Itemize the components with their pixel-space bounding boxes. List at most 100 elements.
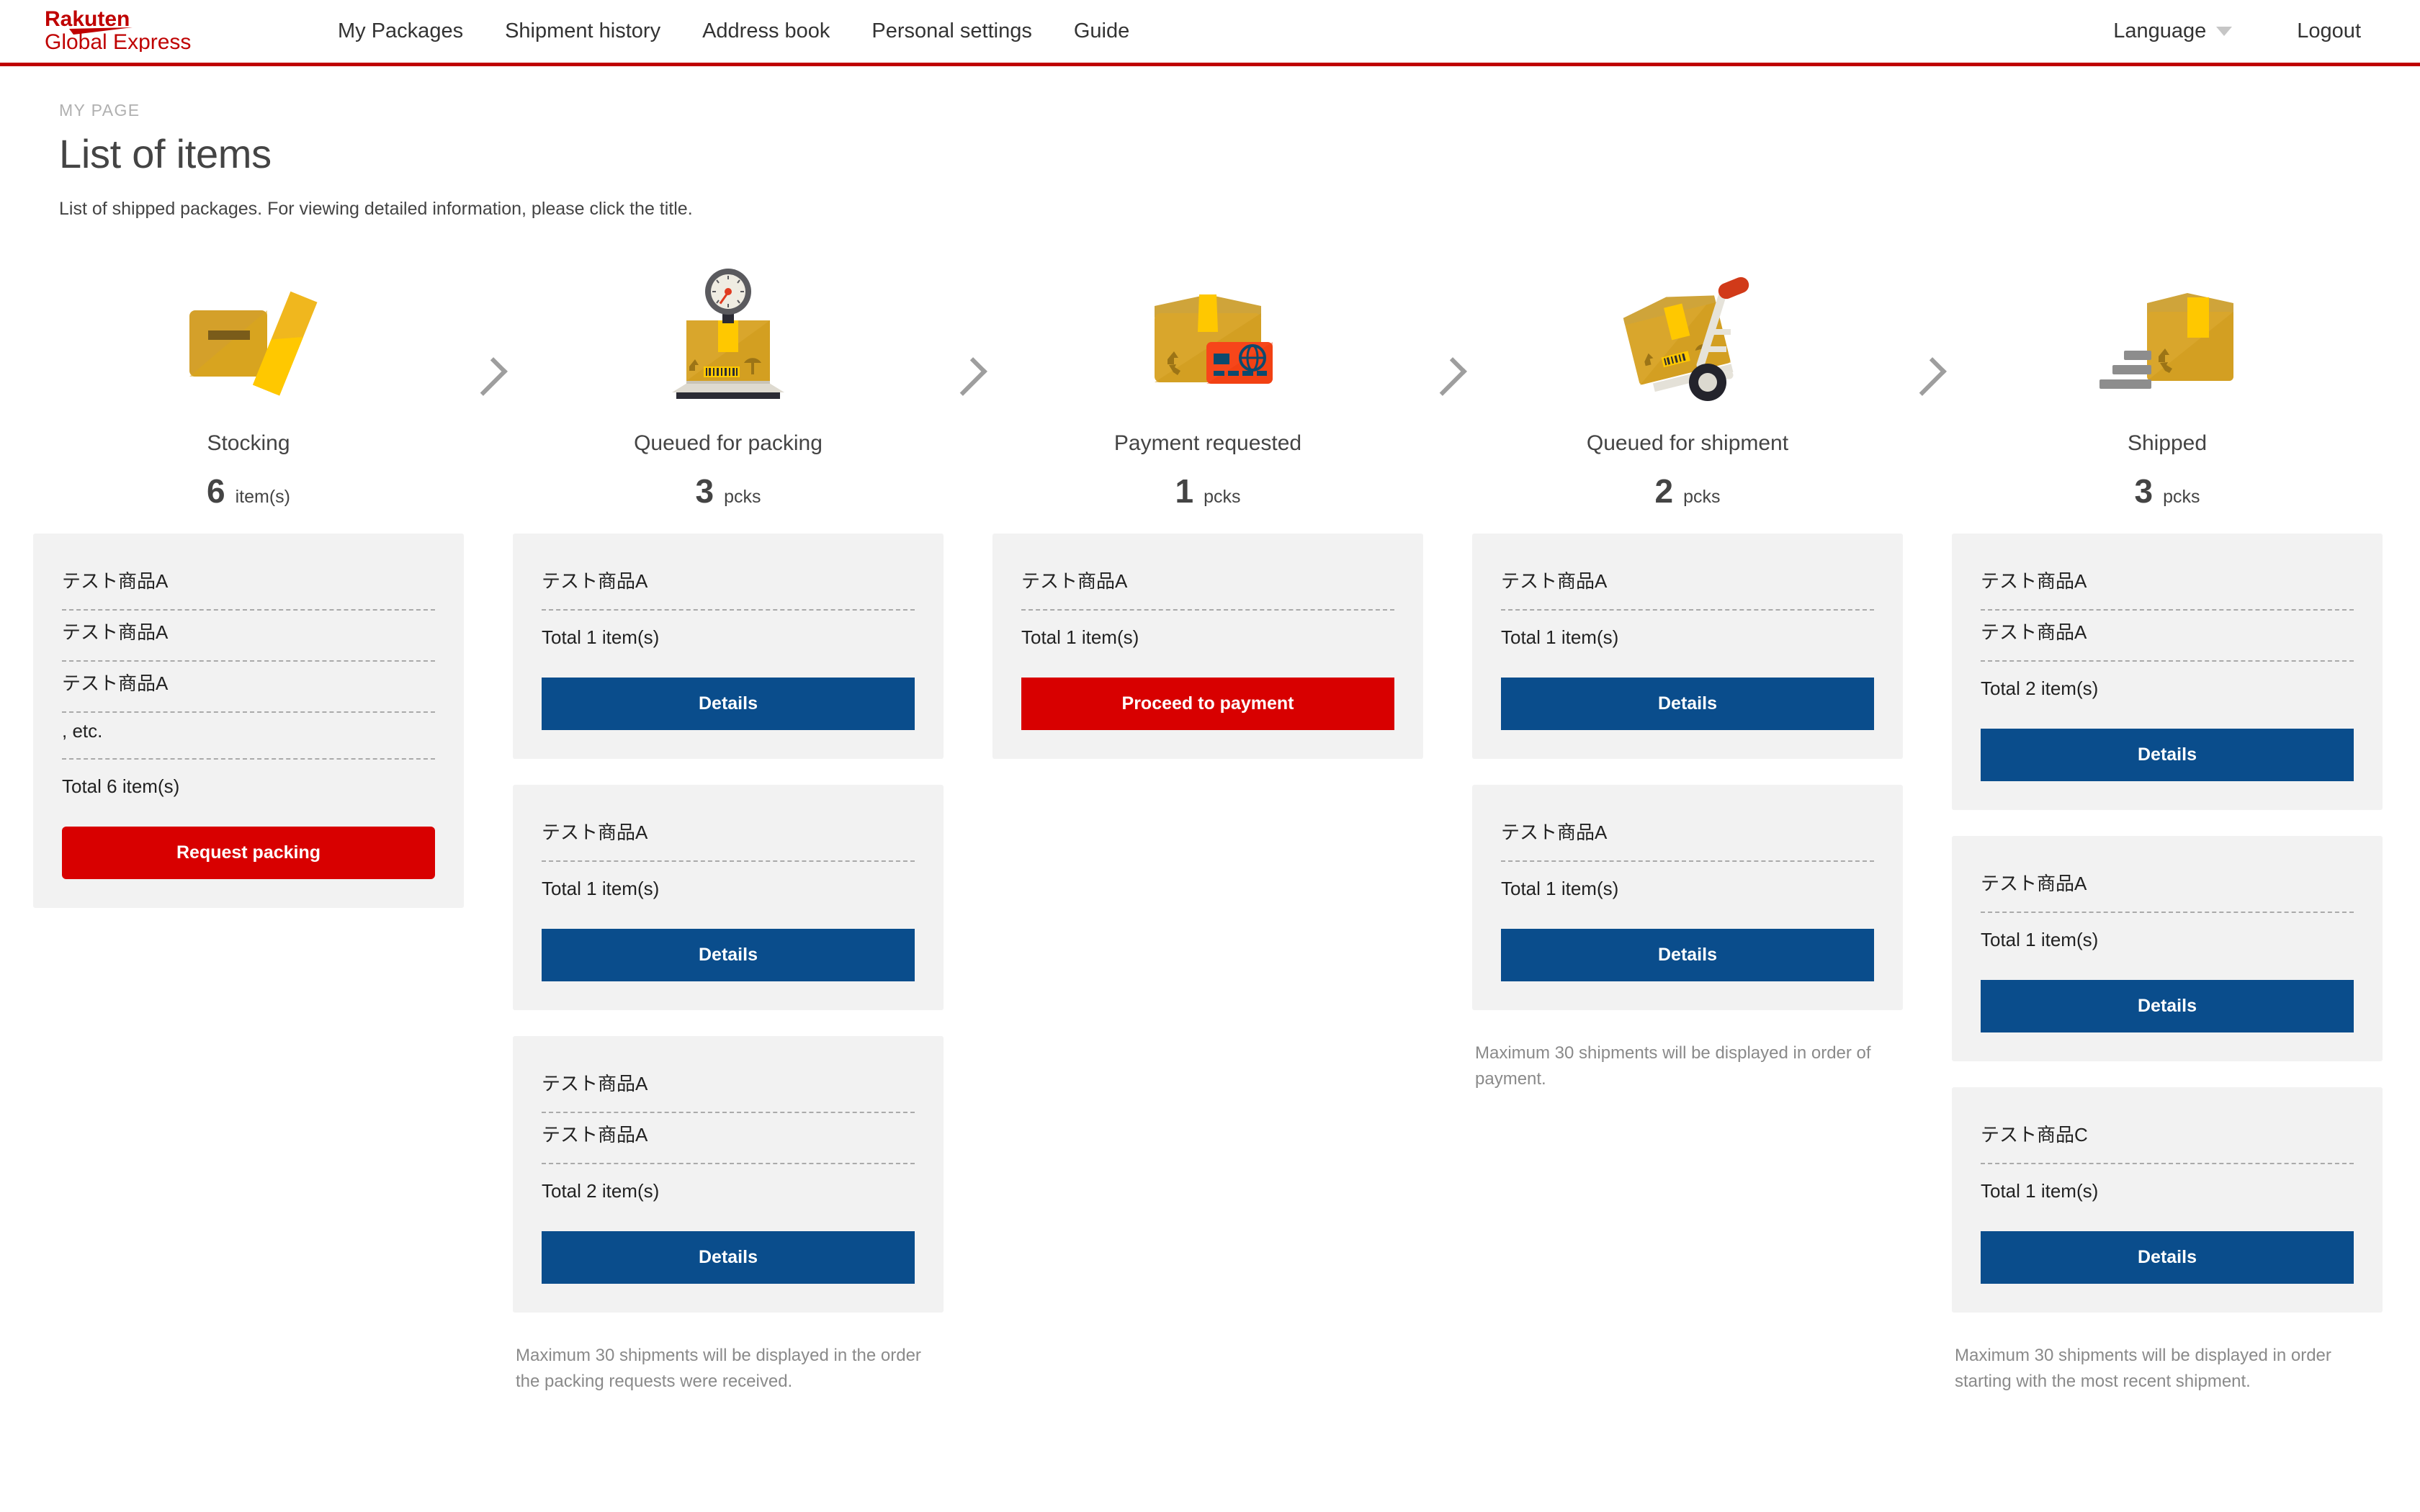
package-item-name[interactable]: テスト商品A bbox=[1501, 559, 1874, 611]
svg-text:Global Express: Global Express bbox=[45, 30, 191, 52]
package-card[interactable]: テスト商品A テスト商品A Total 2 item(s) Details bbox=[513, 1036, 944, 1313]
breadcrumb: MY PAGE bbox=[59, 101, 140, 120]
package-card[interactable]: テスト商品C Total 1 item(s) Details bbox=[1952, 1087, 2383, 1313]
package-item-name[interactable]: テスト商品A bbox=[542, 559, 915, 611]
main-navigation: My Packages Shipment history Address boo… bbox=[317, 21, 1150, 42]
step-count-unit: pcks bbox=[724, 487, 761, 507]
language-selector[interactable]: Language bbox=[2086, 19, 2259, 43]
details-button[interactable]: Details bbox=[1981, 980, 2354, 1032]
chevron-right-icon bbox=[949, 357, 987, 396]
nav-item-shipment-history[interactable]: Shipment history bbox=[484, 21, 681, 42]
package-item-name[interactable]: , etc. bbox=[62, 713, 435, 760]
package-item-name[interactable]: テスト商品A bbox=[542, 1113, 915, 1164]
chevron-down-icon bbox=[2216, 27, 2233, 36]
step-label-queued-for-shipment: Queued for shipment bbox=[1586, 431, 1789, 455]
details-button[interactable]: Details bbox=[1981, 1231, 2354, 1284]
nav-item-my-packages[interactable]: My Packages bbox=[317, 21, 484, 42]
step-count-value: 3 bbox=[695, 472, 714, 510]
step-count-shipped: 3 pcks bbox=[2135, 472, 2200, 510]
step-arrow-2 bbox=[944, 260, 992, 396]
package-total-count: Total 1 item(s) bbox=[1981, 1180, 2099, 1202]
step-count-value: 2 bbox=[1654, 472, 1674, 510]
package-total-count: Total 2 item(s) bbox=[1981, 678, 2099, 699]
status-column-queued-for-shipment: Queued for shipment 2 pcks テスト商品A Total 1 it… bbox=[1472, 260, 1903, 1092]
logout-link[interactable]: Logout bbox=[2259, 19, 2378, 43]
page-header: MY PAGE List of items List of shipped pa… bbox=[0, 66, 2420, 220]
nav-item-personal-settings[interactable]: Personal settings bbox=[851, 21, 1052, 42]
box-with-credit-card-icon bbox=[1136, 260, 1280, 410]
step-label-stocking: Stocking bbox=[207, 431, 290, 455]
chevron-right-icon bbox=[469, 357, 508, 396]
box-on-scale-icon bbox=[656, 260, 800, 410]
package-item-name[interactable]: テスト商品A bbox=[1981, 611, 2354, 662]
package-total-count: Total 1 item(s) bbox=[1501, 878, 1619, 899]
package-card-list-stocking: テスト商品A テスト商品A テスト商品A, etc. Total 6 item(s) R… bbox=[33, 534, 464, 908]
column-note-shipped: Maximum 30 shipments will be displayed i… bbox=[1955, 1346, 2331, 1391]
package-card[interactable]: テスト商品A テスト商品A テスト商品A, etc. Total 6 item(s) R… bbox=[33, 534, 464, 908]
package-total-count: Total 1 item(s) bbox=[1021, 626, 1139, 648]
chevron-right-icon bbox=[1908, 357, 1947, 396]
nav-item-guide[interactable]: Guide bbox=[1053, 21, 1150, 42]
site-header: Rakuten Global Express My Packages Shipm… bbox=[0, 0, 2420, 66]
step-count-payment-requested: 1 pcks bbox=[1175, 472, 1241, 510]
chevron-right-icon bbox=[1428, 357, 1467, 396]
box-in-motion-icon bbox=[2095, 260, 2239, 410]
package-card[interactable]: テスト商品A Total 1 item(s) Details bbox=[1472, 534, 1903, 759]
status-column-shipped: Shipped 3 pcks テスト商品A テスト商品A Total 2 item(s) D… bbox=[1952, 260, 2383, 1395]
package-item-name[interactable]: テスト商品A bbox=[62, 662, 435, 713]
page-title: List of items bbox=[59, 131, 272, 176]
package-total-count: Total 1 item(s) bbox=[1501, 626, 1619, 648]
package-total-count: Total 1 item(s) bbox=[542, 626, 660, 648]
package-total-count: Total 1 item(s) bbox=[1981, 929, 2099, 950]
box-with-lid-icon bbox=[176, 260, 321, 410]
package-item-name[interactable]: テスト商品A bbox=[62, 611, 435, 662]
step-label-payment-requested: Payment requested bbox=[1113, 431, 1302, 455]
request-packing-button[interactable]: Request packing bbox=[62, 827, 435, 879]
step-arrow-1 bbox=[464, 260, 513, 396]
package-card[interactable]: テスト商品A Total 1 item(s) Details bbox=[513, 785, 944, 1010]
package-item-name[interactable]: テスト商品A bbox=[1021, 559, 1394, 611]
package-item-name[interactable]: テスト商品A bbox=[1501, 811, 1874, 862]
step-count-stocking: 6 item(s) bbox=[207, 472, 290, 510]
status-column-queued-for-packing: Queued for packing 3 pcks テスト商品A Total 1 ite… bbox=[513, 260, 944, 1395]
step-count-value: 3 bbox=[2134, 472, 2154, 510]
header-actions: Language Logout bbox=[2086, 0, 2378, 63]
details-button[interactable]: Details bbox=[1501, 929, 1874, 981]
column-note-queued-for-shipment: Maximum 30 shipments will be displayed i… bbox=[1475, 1043, 1871, 1089]
details-button[interactable]: Details bbox=[542, 678, 915, 730]
status-board: Stocking 6 item(s) テスト商品A テスト商品A テスト商品A, etc.… bbox=[0, 260, 2420, 1395]
package-card[interactable]: テスト商品A Total 1 item(s) Proceed to payment bbox=[992, 534, 1423, 759]
package-item-name[interactable]: テスト商品A bbox=[542, 811, 915, 862]
package-item-name[interactable]: テスト商品A bbox=[542, 1062, 915, 1113]
details-button[interactable]: Details bbox=[542, 1231, 915, 1284]
package-card[interactable]: テスト商品A テスト商品A Total 2 item(s) Details bbox=[1952, 534, 2383, 810]
rakuten-global-express-logo[interactable]: Rakuten Global Express bbox=[45, 7, 238, 55]
package-card[interactable]: テスト商品A Total 1 item(s) Details bbox=[513, 534, 944, 759]
step-label-shipped: Shipped bbox=[2127, 431, 2208, 455]
page-subtitle: List of shipped packages. For viewing de… bbox=[59, 199, 693, 219]
package-card[interactable]: テスト商品A Total 1 item(s) Details bbox=[1472, 785, 1903, 1010]
package-card-list-shipped: テスト商品A テスト商品A Total 2 item(s) Details テスト商品A… bbox=[1952, 534, 2383, 1395]
package-card-list-queued-for-packing: テスト商品A Total 1 item(s) Details テスト商品A Total … bbox=[513, 534, 944, 1395]
package-card-list-queued-for-shipment: テスト商品A Total 1 item(s) Details テスト商品A Total … bbox=[1472, 534, 1903, 1092]
package-item-name[interactable]: テスト商品A bbox=[62, 559, 435, 611]
step-count-unit: pcks bbox=[2163, 487, 2200, 507]
package-item-name[interactable]: テスト商品A bbox=[1981, 862, 2354, 913]
details-button[interactable]: Details bbox=[1501, 678, 1874, 730]
step-count-unit: pcks bbox=[1204, 487, 1241, 507]
details-button[interactable]: Details bbox=[542, 929, 915, 981]
package-total-count: Total 1 item(s) bbox=[542, 878, 660, 899]
hand-truck-with-box-icon bbox=[1615, 260, 1760, 410]
step-label-queued-for-packing: Queued for packing bbox=[634, 431, 823, 455]
status-column-stocking: Stocking 6 item(s) テスト商品A テスト商品A テスト商品A, etc.… bbox=[33, 260, 464, 908]
nav-item-address-book[interactable]: Address book bbox=[681, 21, 851, 42]
svg-text:Rakuten: Rakuten bbox=[45, 7, 130, 31]
package-item-name[interactable]: テスト商品A bbox=[1981, 559, 2354, 611]
package-total-count: Total 2 item(s) bbox=[542, 1180, 660, 1202]
package-item-name[interactable]: テスト商品C bbox=[1981, 1113, 2354, 1164]
step-arrow-4 bbox=[1903, 260, 1952, 396]
column-note-queued-for-packing: Maximum 30 shipments will be displayed i… bbox=[516, 1346, 921, 1391]
proceed-to-payment-button[interactable]: Proceed to payment bbox=[1021, 678, 1394, 730]
details-button[interactable]: Details bbox=[1981, 729, 2354, 781]
package-card[interactable]: テスト商品A Total 1 item(s) Details bbox=[1952, 836, 2383, 1061]
